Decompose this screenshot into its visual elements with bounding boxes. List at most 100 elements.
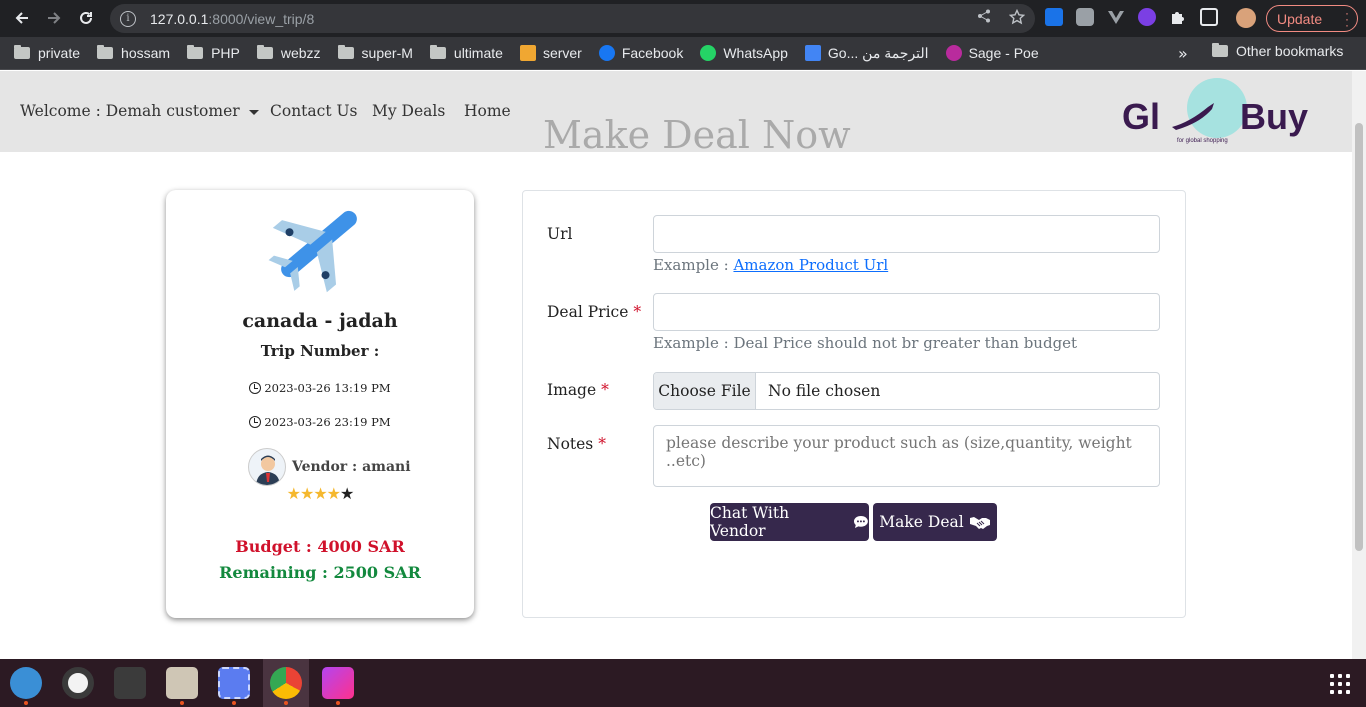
- running-indicator: [284, 701, 288, 705]
- files-icon[interactable]: [166, 667, 198, 699]
- url-text[interactable]: 127.0.0.1:8000/view_trip/8: [150, 11, 314, 27]
- folder-icon: [14, 45, 30, 59]
- clock-icon: [249, 416, 262, 428]
- star-filled-icon: ★: [299, 484, 314, 503]
- logo-tagline: for global shopping: [1177, 138, 1228, 144]
- camera-extension-icon[interactable]: [1076, 8, 1094, 26]
- other-bookmarks[interactable]: Other bookmarks: [1212, 43, 1343, 59]
- airplane-icon: [268, 210, 357, 293]
- chrome-icon[interactable]: [270, 667, 302, 699]
- trip-card: canada - jadah Trip Number : 2023-03-26 …: [166, 190, 474, 618]
- browser-toolbar: i 127.0.0.1:8000/view_trip/8 Update · · ·: [0, 0, 1366, 37]
- running-indicator: [24, 701, 28, 705]
- deal-price-help: Example : Deal Price should not br great…: [653, 334, 1078, 352]
- star-filled-icon: ★: [326, 484, 341, 503]
- bookmark-facebook[interactable]: Facebook: [598, 45, 683, 61]
- image-file-input[interactable]: Choose File No file chosen: [653, 372, 1160, 410]
- phpstorm-icon[interactable]: [322, 667, 354, 699]
- notes-textarea[interactable]: please describe your product such as (si…: [653, 425, 1160, 487]
- welcome-dropdown[interactable]: Welcome : Demah customer: [20, 102, 259, 120]
- bookmark-poe[interactable]: Sage - Poe: [945, 45, 1039, 61]
- rhythmbox-icon[interactable]: [62, 667, 94, 699]
- deal-price-input[interactable]: [653, 293, 1160, 331]
- vendor-rating: ★★★★★: [166, 484, 474, 503]
- star-filled-icon: ★: [313, 484, 327, 503]
- site-navbar: Welcome : Demah customer Contact Us My D…: [0, 71, 1352, 157]
- star-empty-icon: ★: [340, 484, 354, 503]
- folder-icon: [337, 45, 354, 59]
- vendor-info: Vendor : amani: [248, 448, 411, 486]
- running-indicator: [180, 701, 184, 705]
- notes-label: Notes *: [547, 435, 606, 453]
- url-input[interactable]: [653, 215, 1160, 253]
- folder-icon: [429, 45, 446, 59]
- departure-time: 2023-03-26 13:19 PM: [166, 381, 474, 395]
- trip-budget: Budget : 4000 SAR: [235, 537, 405, 556]
- page-title: Make Deal Now: [543, 113, 851, 157]
- folder-icon: [97, 45, 114, 59]
- file-status: No file chosen: [768, 382, 881, 400]
- make-deal-button[interactable]: Make Deal: [873, 503, 997, 541]
- clock-icon: [249, 382, 262, 394]
- trip-remaining: Remaining : 2500 SAR: [219, 563, 421, 582]
- globuy-logo[interactable]: Gl Buy for global shopping: [1120, 77, 1330, 147]
- caret-down-icon: [248, 109, 259, 115]
- vendor-avatar: [248, 448, 286, 486]
- arrival-time: 2023-03-26 23:19 PM: [166, 415, 474, 429]
- logo-text-left: Gl: [1122, 96, 1160, 137]
- url-help: Example : Amazon Product Url: [653, 256, 889, 274]
- menu-dots-icon[interactable]: · · ·: [1345, 7, 1349, 31]
- bookmark-folder[interactable]: super-M: [337, 45, 413, 61]
- thunderbird-icon[interactable]: [10, 667, 42, 699]
- bookmarks-bar: private hossam PHP webzz super-M ultimat…: [0, 37, 1366, 70]
- bookmark-folder[interactable]: PHP: [187, 45, 240, 61]
- star-filled-icon: ★: [286, 484, 301, 503]
- bookmark-folder[interactable]: private: [14, 45, 80, 61]
- address-bar[interactable]: i 127.0.0.1:8000/view_trip/8: [110, 4, 1035, 33]
- side-panel-icon[interactable]: [1200, 8, 1218, 26]
- trip-route: canada - jadah: [242, 310, 398, 332]
- bookmark-server[interactable]: server: [519, 45, 582, 61]
- page-scrollbar[interactable]: [1352, 71, 1366, 659]
- deal-form: Url Example : Amazon Product Url Deal Pr…: [522, 190, 1186, 618]
- more-bookmarks-icon[interactable]: »: [1178, 44, 1188, 63]
- bookmark-folder[interactable]: webzz: [256, 45, 321, 61]
- folder-icon: [1212, 43, 1228, 57]
- bookmark-whatsapp[interactable]: WhatsApp: [700, 45, 788, 61]
- back-icon[interactable]: [7, 3, 37, 33]
- translate-icon: [804, 45, 821, 61]
- nav-my-deals-link[interactable]: My Deals: [372, 102, 445, 120]
- site-info-icon[interactable]: i: [120, 10, 136, 27]
- reload-icon[interactable]: [71, 3, 101, 33]
- nav-contact-link[interactable]: Contact Us: [270, 102, 358, 120]
- bookmark-star-icon[interactable]: [1008, 8, 1026, 29]
- handshake-icon: [969, 517, 990, 529]
- poe-icon: [945, 45, 962, 61]
- share-icon[interactable]: [977, 9, 991, 29]
- running-indicator: [336, 701, 340, 705]
- bookmark-folder[interactable]: ultimate: [429, 45, 503, 61]
- forward-icon[interactable]: [39, 3, 69, 33]
- update-button[interactable]: Update · · ·: [1266, 5, 1358, 32]
- bookmark-folder[interactable]: hossam: [97, 45, 170, 61]
- nav-home-link[interactable]: Home: [464, 102, 511, 120]
- chat-with-vendor-button[interactable]: Chat With Vendor: [710, 503, 869, 541]
- facebook-icon: [598, 45, 615, 61]
- vue-extension-icon[interactable]: [1107, 8, 1125, 26]
- scrollbar-thumb[interactable]: [1355, 123, 1363, 551]
- bookmark-translate[interactable]: Go... الترجمة من: [804, 45, 929, 62]
- url-label: Url: [547, 225, 573, 243]
- profile-avatar[interactable]: [1236, 8, 1256, 28]
- server-icon: [519, 45, 536, 61]
- amazon-url-link[interactable]: Amazon Product Url: [733, 256, 888, 274]
- extension-icon[interactable]: [1045, 8, 1063, 26]
- puzzle-extensions-icon[interactable]: [1169, 8, 1187, 26]
- logo-text-right: Buy: [1240, 96, 1308, 137]
- deal-price-label: Deal Price *: [547, 303, 642, 321]
- choose-file-button[interactable]: Choose File: [654, 373, 756, 409]
- screenshot-icon[interactable]: [218, 667, 250, 699]
- terminal-icon[interactable]: [114, 667, 146, 699]
- image-label: Image *: [547, 381, 609, 399]
- purple-extension-icon[interactable]: [1138, 8, 1156, 26]
- app-grid-icon[interactable]: [1330, 674, 1350, 694]
